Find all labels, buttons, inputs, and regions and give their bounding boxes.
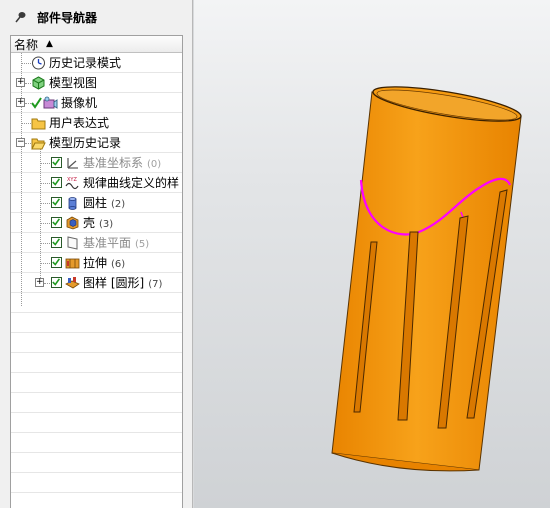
column-header-label: 名称 (14, 37, 39, 52)
clock-icon (32, 56, 45, 70)
cylinder-icon (68, 197, 77, 210)
tree-item-label: 壳 (3) (83, 216, 113, 232)
tree-item-label: 用户表达式 (49, 116, 110, 130)
tree-item-label: 模型历史记录 (49, 136, 122, 150)
tree-item-label: 基准坐标系 (0) (83, 156, 161, 172)
open-folder-icon (31, 138, 46, 150)
graphics-viewport[interactable] (194, 0, 550, 508)
tree-item-datum-plane[interactable]: 基准平面 (5) (11, 233, 182, 253)
tree-item-datum-csys[interactable]: 基准坐标系 (0) (11, 153, 182, 173)
tree-item-pattern-circular[interactable]: + 图样 [圆形] (7) (11, 273, 182, 293)
expand-toggle[interactable]: + (35, 278, 44, 287)
checkmark-icon (52, 198, 61, 206)
model-view-cube-icon (32, 76, 45, 90)
tree-item-name: 基准坐标系 (83, 156, 144, 170)
tree-item-cylinder[interactable]: 圆柱 (2) (11, 193, 182, 213)
visibility-checkbox[interactable] (51, 217, 62, 228)
tree-item-user-expressions[interactable]: 用户表达式 (11, 113, 182, 133)
tree-item-cameras[interactable]: + 摄像机 (11, 93, 182, 113)
datum-csys-icon (67, 158, 78, 169)
tree-item-label: 基准平面 (5) (83, 236, 149, 252)
svg-text:XYZ: XYZ (67, 177, 77, 183)
collapse-toggle[interactable]: − (16, 138, 25, 147)
tree-item-label: 圆柱 (2) (83, 196, 125, 212)
tree-item-index: (2) (111, 199, 126, 210)
visibility-checkbox[interactable] (51, 237, 62, 248)
folder-icon (31, 118, 46, 130)
empty-row (11, 433, 182, 453)
tree-item-label: 模型视图 (49, 76, 98, 90)
visibility-checkbox[interactable] (51, 157, 62, 168)
tree-item-name: 壳 (83, 216, 96, 230)
empty-row (11, 333, 182, 353)
empty-row (11, 453, 182, 473)
tree-item-index: (0) (147, 159, 162, 170)
tree-item-shell[interactable]: 壳 (3) (11, 213, 182, 233)
tree-item-label: 拉伸 (6) (83, 256, 125, 272)
law-curve-xyz-icon: XYZ (65, 177, 79, 190)
pattern-feature-icon (65, 277, 80, 289)
tree-item-label: 历史记录模式 (49, 56, 122, 70)
empty-row (11, 373, 182, 393)
camera-icon (43, 96, 58, 109)
tree-item-label: 规律曲线定义的样 (83, 176, 180, 190)
visibility-checkbox[interactable] (51, 197, 62, 208)
tree-item-law-curve[interactable]: XYZ 规律曲线定义的样 (11, 173, 182, 193)
tree-item-name: 基准平面 (83, 236, 132, 250)
pin-icon[interactable] (15, 11, 27, 23)
tree-item-history-mode[interactable]: 历史记录模式 (11, 53, 182, 73)
sort-ascending-icon: ▲ (46, 39, 53, 49)
tree-item-name: 图样 [圆形] (83, 276, 145, 290)
tree-item-name: 拉伸 (83, 256, 108, 270)
green-checkmark-icon (31, 97, 42, 109)
empty-row (11, 393, 182, 413)
tree-item-name: 圆柱 (83, 196, 108, 210)
visibility-checkbox[interactable] (51, 257, 62, 268)
expand-toggle[interactable]: + (16, 98, 25, 107)
empty-row (11, 353, 182, 373)
tree-item-extrude[interactable]: 拉伸 (6) (11, 253, 182, 273)
tree-item-model-views[interactable]: + 模型视图 (11, 73, 182, 93)
empty-row (11, 293, 182, 313)
checkmark-icon (52, 178, 61, 186)
visibility-checkbox[interactable] (51, 177, 62, 188)
navigator-titlebar: 部件导航器 (0, 0, 193, 34)
tree-item-index: (6) (111, 259, 126, 270)
tree-item-label: 图样 [圆形] (7) (83, 276, 162, 292)
empty-row (11, 313, 182, 333)
empty-row (11, 473, 182, 493)
checkmark-icon (52, 278, 61, 286)
part-navigator-panel: 部件导航器 名称 ▲ 历史记录模式 + 模型视图 + 摄像机 用户表达式 − 模… (0, 0, 193, 508)
tree-item-label: 摄像机 (61, 96, 98, 110)
extrude-icon (65, 258, 80, 269)
tree-item-index: (5) (135, 239, 150, 250)
tree-item-index: (3) (99, 219, 114, 230)
navigator-title: 部件导航器 (37, 10, 98, 25)
cylinder-model[interactable] (194, 0, 550, 508)
navigator-tree[interactable]: 名称 ▲ 历史记录模式 + 模型视图 + 摄像机 用户表达式 − 模型历史记录 … (10, 35, 183, 508)
checkmark-icon (52, 158, 61, 166)
visibility-checkbox[interactable] (51, 277, 62, 288)
checkmark-icon (52, 258, 61, 266)
shell-icon (66, 216, 79, 230)
tree-item-model-history[interactable]: − 模型历史记录 (11, 133, 182, 153)
checkmark-icon (52, 218, 61, 226)
column-header-name[interactable]: 名称 ▲ (11, 36, 182, 53)
expand-toggle[interactable]: + (16, 78, 25, 87)
datum-plane-icon (67, 236, 78, 250)
tree-item-index: (7) (148, 279, 163, 290)
empty-row (11, 413, 182, 433)
checkmark-icon (52, 238, 61, 246)
